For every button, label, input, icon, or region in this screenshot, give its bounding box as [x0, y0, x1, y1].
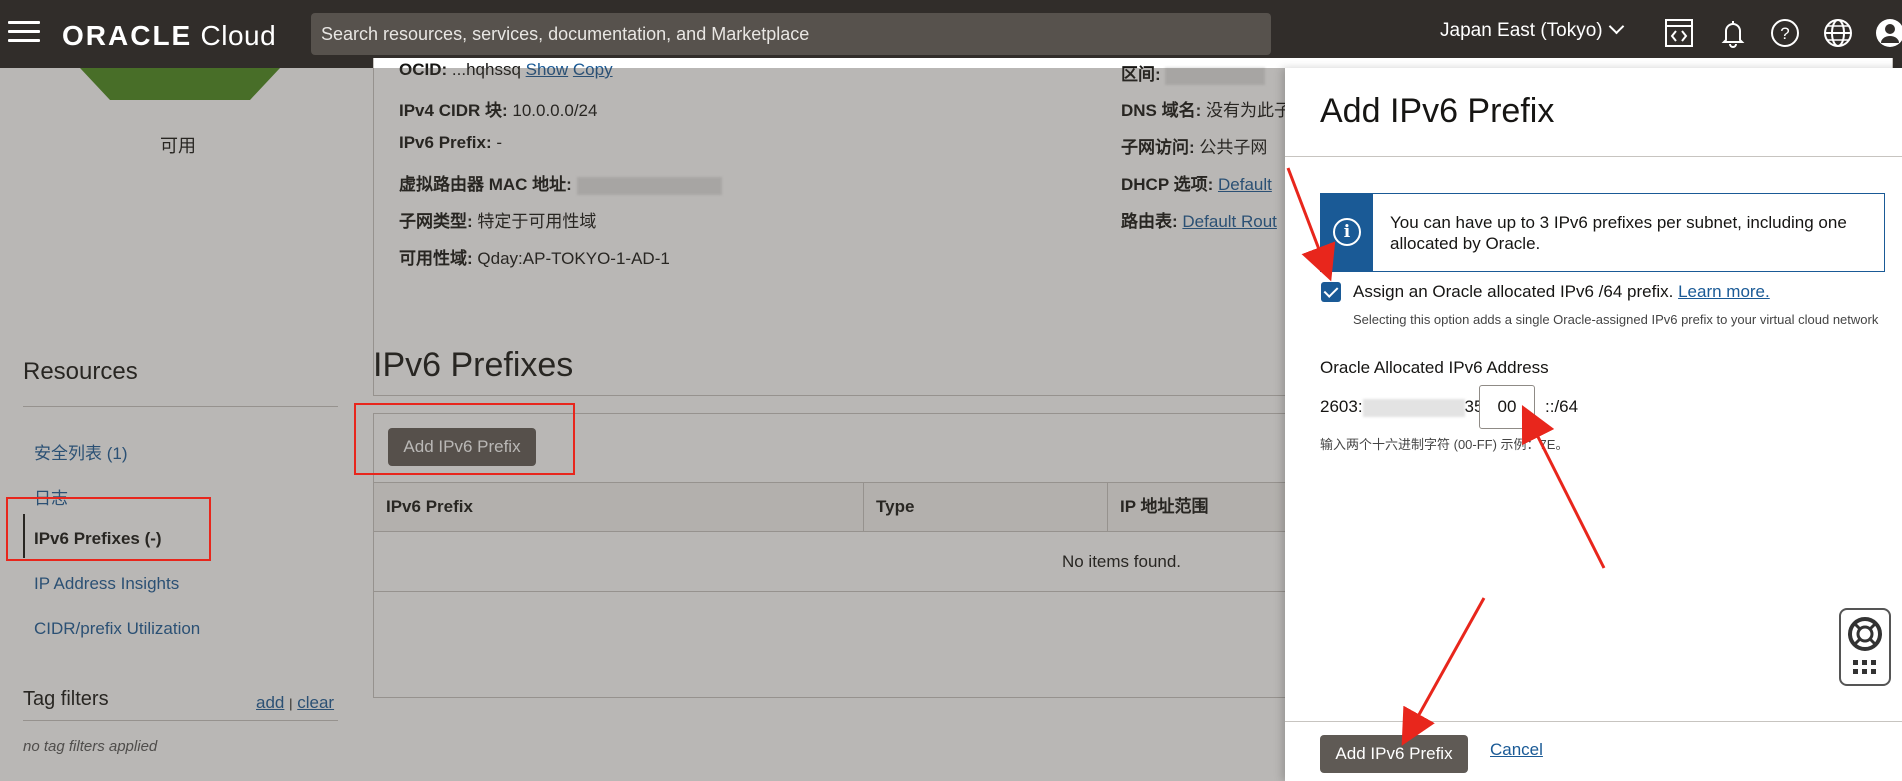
info-alert: i You can have up to 3 IPv6 prefixes per…: [1320, 193, 1885, 272]
help-icon[interactable]: ?: [1768, 16, 1802, 50]
info-icon: i: [1333, 218, 1361, 246]
checkbox-help-text: Selecting this option adds a single Orac…: [1353, 312, 1879, 327]
assign-oracle-prefix-label: Assign an Oracle allocated IPv6 /64 pref…: [1353, 282, 1770, 301]
search-input[interactable]: Search resources, services, documentatio…: [311, 13, 1271, 55]
redacted-value: [1362, 398, 1465, 417]
info-stripe: i: [1321, 194, 1373, 271]
oracle-cloud-logo[interactable]: ORACLE Cloud: [62, 20, 276, 52]
chevron-down-icon: [1608, 18, 1624, 35]
modal-backdrop[interactable]: [0, 68, 1285, 781]
panel-title: Add IPv6 Prefix: [1320, 92, 1555, 130]
ipv6-address-suffix: ::/64: [1545, 397, 1579, 416]
help-widget-icon[interactable]: [1839, 608, 1891, 686]
logo-cloud-text: Cloud: [200, 20, 277, 51]
logo-oracle-text: ORACLE: [62, 20, 193, 51]
svg-text:?: ?: [1780, 24, 1789, 43]
panel-footer: Add IPv6 Prefix Cancel: [1285, 721, 1902, 781]
globe-icon[interactable]: [1821, 16, 1855, 50]
user-icon[interactable]: [1873, 16, 1902, 50]
ipv6-hex-input[interactable]: 00: [1479, 385, 1535, 429]
assign-oracle-prefix-checkbox[interactable]: [1321, 282, 1341, 302]
oracle-allocated-address-label: Oracle Allocated IPv6 Address: [1320, 358, 1549, 377]
info-text: You can have up to 3 IPv6 prefixes per s…: [1390, 213, 1847, 253]
ipv6-address-prefix: 2603: 35: [1320, 397, 1484, 417]
address-help-text: 输入两个十六进制字符 (00-FF) 示例：7E。: [1320, 437, 1569, 452]
divider: [1285, 156, 1902, 157]
region-selector[interactable]: Japan East (Tokyo): [1440, 18, 1624, 42]
cancel-button[interactable]: Cancel: [1490, 740, 1543, 760]
region-label: Japan East (Tokyo): [1440, 20, 1603, 41]
bell-icon[interactable]: [1716, 16, 1750, 50]
code-editor-icon[interactable]: [1662, 16, 1696, 50]
menu-icon[interactable]: [8, 21, 40, 45]
learn-more-link[interactable]: Learn more.: [1678, 282, 1770, 301]
submit-add-ipv6-prefix-button[interactable]: Add IPv6 Prefix: [1320, 735, 1468, 773]
add-ipv6-prefix-panel: Add IPv6 Prefix i You can have up to 3 I…: [1285, 68, 1902, 781]
